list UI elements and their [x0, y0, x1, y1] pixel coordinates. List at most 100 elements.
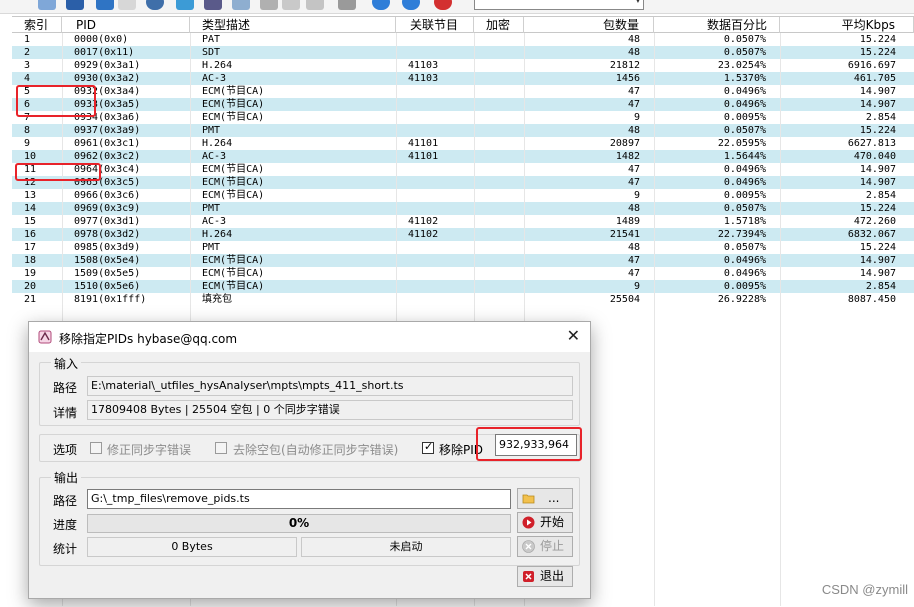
cell-encrypt	[474, 189, 524, 202]
browse-label: ...	[548, 491, 560, 505]
cell-percent: 0.0496%	[723, 255, 766, 266]
cell-packets: 1489	[615, 216, 640, 227]
cell-program	[396, 98, 474, 111]
table-row[interactable]: 11 0964(0x3c4) ECM(节目CA) 47 0.0496% 14.907	[12, 163, 914, 176]
cell-type: ECM(节目CA)	[202, 177, 265, 188]
toolbar-clock-icon[interactable]	[146, 0, 164, 10]
toolbar-cut-icon[interactable]	[282, 0, 300, 10]
cell-encrypt	[474, 124, 524, 137]
close-icon[interactable]: ✕	[567, 326, 580, 345]
col-header-percent[interactable]: 数据百分比	[654, 17, 780, 33]
cell-index: 17	[24, 242, 37, 253]
cell-kbps: 14.907	[859, 177, 896, 188]
toolbar-combo[interactable]: ▼	[474, 0, 644, 10]
col-header-index[interactable]: 索引	[12, 17, 62, 33]
cell-type: H.264	[202, 229, 233, 240]
stats-label: 统计	[53, 542, 78, 556]
table-row[interactable]: 14 0969(0x3c9) PMT 48 0.0507% 15.224	[12, 202, 914, 215]
cell-percent: 0.0496%	[723, 268, 766, 279]
table-row[interactable]: 4 0930(0x3a2) AC-3 41103 1456 1.5370% 461.705	[12, 72, 914, 85]
col-header-kbps[interactable]: 平均Kbps	[780, 17, 914, 33]
output-path-input[interactable]: G:\_tmp_files\remove_pids.ts	[87, 489, 511, 509]
input-group-label: 输入	[51, 355, 82, 372]
toolbar-record-icon[interactable]	[434, 0, 452, 10]
table-row[interactable]: 3 0929(0x3a1) H.264 41103 21812 23.0254% 6916.…	[12, 59, 914, 72]
table-row[interactable]: 1 0000(0x0) PAT 48 0.0507% 15.224	[12, 33, 914, 46]
grid-line	[780, 33, 781, 606]
toolbar-save-icon[interactable]	[66, 0, 84, 10]
toolbar-box-icon[interactable]	[338, 0, 356, 10]
toolbar-info-icon[interactable]	[372, 0, 390, 10]
cell-packets: 48	[627, 125, 640, 136]
fix-sync-checkbox[interactable]	[90, 442, 102, 454]
table-row[interactable]: 10 0962(0x3c2) AC-3 41101 1482 1.5644% 470.040	[12, 150, 914, 163]
table-row[interactable]: 12 0965(0x3c5) ECM(节目CA) 47 0.0496% 14.907	[12, 176, 914, 189]
table-row[interactable]: 20 1510(0x5e6) ECM(节目CA) 9 0.0095% 2.854	[12, 280, 914, 293]
cell-encrypt	[474, 241, 524, 254]
toolbar-help-icon[interactable]	[402, 0, 420, 10]
cell-kbps: 470.040	[853, 151, 896, 162]
table-row[interactable]: 7 0934(0x3a6) ECM(节目CA) 9 0.0095% 2.854	[12, 111, 914, 124]
cell-encrypt	[474, 267, 524, 280]
cell-kbps: 6627.813	[847, 138, 896, 149]
stop-label: 停止	[540, 539, 565, 553]
table-row[interactable]: 19 1509(0x5e5) ECM(节目CA) 47 0.0496% 14.907	[12, 267, 914, 280]
table-row[interactable]: 15 0977(0x3d1) AC-3 41102 1489 1.5718% 472.260	[12, 215, 914, 228]
cell-pid: 0017(0x11)	[74, 47, 135, 58]
table-row[interactable]: 17 0985(0x3d9) PMT 48 0.0507% 15.224	[12, 241, 914, 254]
start-button[interactable]: 开始	[517, 512, 573, 533]
table-row[interactable]: 21 8191(0x1fff) 填充包 25504 26.9228% 8087.450	[12, 293, 914, 306]
cell-encrypt	[474, 176, 524, 189]
toolbar-grid-icon[interactable]	[204, 0, 222, 10]
cell-kbps: 2.854	[865, 112, 896, 123]
toolbar-open-icon[interactable]	[38, 0, 56, 10]
cell-encrypt	[474, 85, 524, 98]
toolbar-page-icon[interactable]	[118, 0, 136, 10]
cell-pid: 0966(0x3c6)	[74, 190, 141, 201]
cell-type: PMT	[202, 203, 221, 214]
dialog-titlebar[interactable]: 移除指定PIDs hybase@qq.com ✕	[29, 322, 590, 352]
table-row[interactable]: 8 0937(0x3a9) PMT 48 0.0507% 15.224	[12, 124, 914, 137]
cell-type: ECM(节目CA)	[202, 164, 265, 175]
fix-sync-label: 修正同步字错误	[107, 443, 192, 457]
cell-index: 2	[24, 47, 31, 58]
table-row[interactable]: 2 0017(0x11) SDT 48 0.0507% 15.224	[12, 46, 914, 59]
col-header-pid[interactable]: PID	[62, 17, 190, 33]
browse-button[interactable]: ...	[517, 488, 573, 509]
remove-null-checkbox[interactable]	[215, 442, 227, 454]
chevron-down-icon[interactable]: ▼	[635, 0, 641, 4]
toolbar-image-icon[interactable]	[306, 0, 324, 10]
toolbar-monitor-icon[interactable]	[232, 0, 250, 10]
cell-program	[396, 241, 474, 254]
table-row[interactable]: 9 0961(0x3c1) H.264 41101 20897 22.0595% 6627.…	[12, 137, 914, 150]
toolbar-chart-icon[interactable]	[176, 0, 194, 10]
exit-button[interactable]: 退出	[517, 566, 573, 587]
col-header-type[interactable]: 类型描述	[190, 17, 396, 33]
toolbar-doc-icon[interactable]	[96, 0, 114, 10]
cell-index: 14	[24, 203, 37, 214]
cell-index: 18	[24, 255, 37, 266]
table-row[interactable]: 13 0966(0x3c6) ECM(节目CA) 9 0.0095% 2.854	[12, 189, 914, 202]
col-header-packets[interactable]: 包数量	[524, 17, 654, 33]
remove-pid-checkbox[interactable]	[422, 440, 434, 454]
col-header-encrypt[interactable]: 加密	[474, 17, 524, 33]
toolbar-edit-icon[interactable]	[260, 0, 278, 10]
col-header-program[interactable]: 关联节目	[396, 17, 474, 33]
table-row[interactable]: 6 0933(0x3a5) ECM(节目CA) 47 0.0496% 14.907	[12, 98, 914, 111]
cell-kbps: 14.907	[859, 99, 896, 110]
table-row[interactable]: 18 1508(0x5e4) ECM(节目CA) 47 0.0496% 14.907	[12, 254, 914, 267]
cell-pid: 0977(0x3d1)	[74, 216, 141, 227]
table-row[interactable]: 16 0978(0x3d2) H.264 41102 21541 22.7394% 6832…	[12, 228, 914, 241]
cell-type: ECM(节目CA)	[202, 255, 265, 266]
cell-index: 21	[24, 294, 37, 305]
progress-label: 进度	[53, 518, 78, 532]
cell-packets: 9	[633, 190, 640, 201]
stats-status-field: 未启动	[301, 537, 511, 557]
table-row[interactable]: 5 0932(0x3a4) ECM(节目CA) 47 0.0496% 14.907	[12, 85, 914, 98]
grid-line	[654, 33, 655, 606]
cell-encrypt	[474, 59, 524, 72]
options-label: 选项	[53, 443, 78, 457]
progress-bar: 0%	[87, 514, 511, 533]
stop-button[interactable]: 停止	[517, 536, 573, 557]
input-path-field[interactable]: E:\material\_utfiles_hysAnalyser\mpts\mp…	[87, 376, 573, 396]
